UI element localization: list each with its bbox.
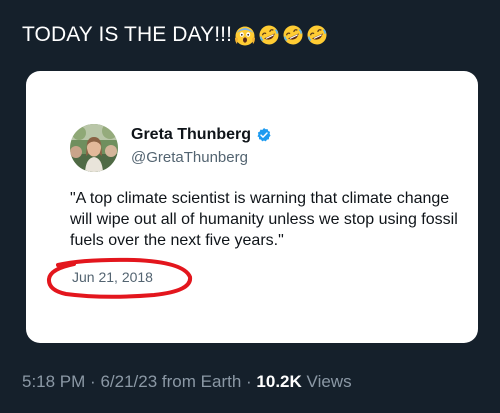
verified-badge-icon: [256, 127, 272, 143]
post-date[interactable]: 6/21/23: [100, 372, 157, 391]
post-time[interactable]: 5:18 PM: [22, 372, 85, 391]
views-label: Views: [306, 372, 352, 391]
post-text: TODAY IS THE DAY!!!: [22, 23, 233, 46]
author-handle[interactable]: @GretaThunberg: [131, 149, 248, 166]
views-count[interactable]: 10.2K: [256, 372, 301, 391]
quoted-tweet-text: "A top climate scientist is warning that…: [70, 190, 458, 249]
author-name-row: Greta Thunberg: [131, 126, 272, 144]
face-screaming-in-fear-icon: [234, 24, 256, 46]
post-metadata: 5:18 PM · 6/21/23 from Earth · 10.2K Vie…: [22, 372, 352, 392]
rolling-on-the-floor-laughing-icon: [306, 24, 328, 46]
quoted-tweet-card[interactable]: Greta Thunberg @GretaThunberg "A top cli…: [26, 71, 478, 343]
rolling-on-the-floor-laughing-icon: [282, 24, 304, 46]
separator: ·: [90, 372, 96, 391]
avatar[interactable]: [70, 124, 118, 172]
author-name[interactable]: Greta Thunberg: [131, 126, 251, 144]
post-text-row: TODAY IS THE DAY!!!: [22, 20, 328, 50]
separator: ·: [246, 372, 252, 391]
post-source: from Earth: [161, 372, 242, 391]
rolling-on-the-floor-laughing-icon: [258, 24, 280, 46]
tweet-date[interactable]: Jun 21, 2018: [72, 269, 153, 285]
